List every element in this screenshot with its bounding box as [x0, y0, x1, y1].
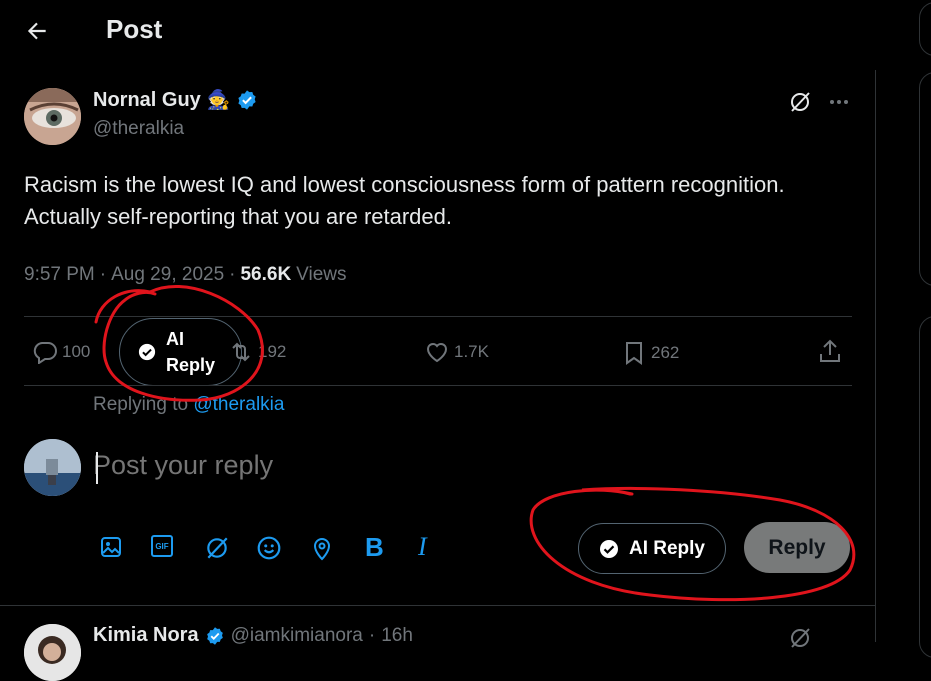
grok-icon[interactable]: [204, 535, 230, 561]
meta-separator: ·: [99, 264, 107, 285]
ai-reply-action-button[interactable]: AI Reply: [119, 318, 242, 386]
page-title: Post: [106, 14, 163, 44]
author-name-row[interactable]: Nornal Guy 🧙: [93, 88, 258, 112]
post-text: Racism is the lowest IQ and lowest consc…: [24, 172, 785, 229]
location-icon[interactable]: [310, 535, 334, 561]
post-time[interactable]: 9:57 PM: [24, 264, 95, 286]
views-label: Views: [296, 264, 347, 285]
author-avatar[interactable]: [24, 88, 81, 145]
ai-reply-button[interactable]: AI Reply: [578, 523, 726, 574]
author-emoji: 🧙: [206, 90, 231, 111]
right-sidebar-search-edge: [919, 2, 931, 56]
post-date[interactable]: Aug 29, 2025: [111, 264, 224, 286]
back-arrow-icon[interactable]: [24, 18, 50, 44]
ai-reply-action-label: AI Reply: [166, 326, 215, 378]
replying-to: Replying to @theralkia: [93, 394, 284, 416]
views-count: 56.6K: [240, 264, 292, 285]
next-post-avatar[interactable]: [24, 624, 81, 681]
verified-badge-icon: [236, 89, 258, 111]
author-handle[interactable]: @theralkia: [93, 118, 184, 140]
ai-reply-line2: Reply: [166, 355, 216, 375]
ai-reply-label: AI Reply: [628, 537, 706, 559]
right-sidebar-card-edge: [919, 316, 931, 658]
user-avatar[interactable]: [24, 439, 81, 496]
bold-button[interactable]: B: [365, 532, 384, 563]
post-meta: 9:57 PM · Aug 29, 2025 · 56.6K Views: [24, 264, 347, 286]
media-icon[interactable]: [99, 535, 123, 559]
check-circle-icon: [138, 343, 156, 361]
check-circle-icon: [599, 539, 619, 559]
reply-input[interactable]: [93, 450, 693, 481]
comment-icon: [32, 340, 58, 364]
italic-button[interactable]: I: [418, 532, 427, 562]
emoji-icon[interactable]: [256, 535, 282, 561]
ai-reply-line1: AI: [166, 329, 184, 349]
like-action[interactable]: 1.7K: [424, 340, 489, 364]
column-divider: [875, 70, 876, 642]
replying-handle-link[interactable]: @theralkia: [193, 394, 284, 415]
author-name[interactable]: Nornal Guy: [93, 89, 201, 112]
replying-prefix: Replying to: [93, 394, 189, 415]
meta-separator: ·: [368, 624, 376, 646]
divider: [24, 316, 852, 317]
verified-badge-icon: [205, 626, 225, 646]
divider: [24, 385, 852, 386]
reply-count: 100: [62, 342, 91, 361]
grok-icon[interactable]: [788, 90, 812, 114]
bookmark-icon: [621, 340, 647, 366]
next-post-author[interactable]: Kimia Nora: [93, 624, 199, 647]
meta-separator: ·: [229, 264, 236, 285]
divider: [0, 605, 875, 606]
next-post-header: Kimia Nora @iamkimianora · 16h: [93, 624, 413, 647]
reply-action[interactable]: 100: [32, 340, 90, 364]
right-sidebar-card-edge: [919, 72, 931, 286]
grok-icon[interactable]: [788, 626, 812, 650]
heart-icon: [424, 340, 450, 364]
bookmark-count: 262: [651, 343, 680, 362]
reply-button[interactable]: Reply: [744, 522, 850, 573]
repost-action[interactable]: 192: [228, 340, 286, 364]
text-caret: [96, 452, 98, 484]
next-post-handle[interactable]: @iamkimianora: [231, 625, 363, 647]
repost-count: 192: [258, 342, 287, 361]
bookmark-action[interactable]: 262: [621, 340, 679, 366]
next-post-time[interactable]: 16h: [381, 625, 413, 647]
like-count: 1.7K: [454, 342, 489, 361]
more-options-icon[interactable]: [827, 90, 851, 114]
share-icon[interactable]: [817, 338, 843, 364]
gif-label: GIF: [151, 535, 173, 557]
gif-icon[interactable]: GIF: [151, 535, 173, 557]
repost-icon: [228, 340, 254, 364]
